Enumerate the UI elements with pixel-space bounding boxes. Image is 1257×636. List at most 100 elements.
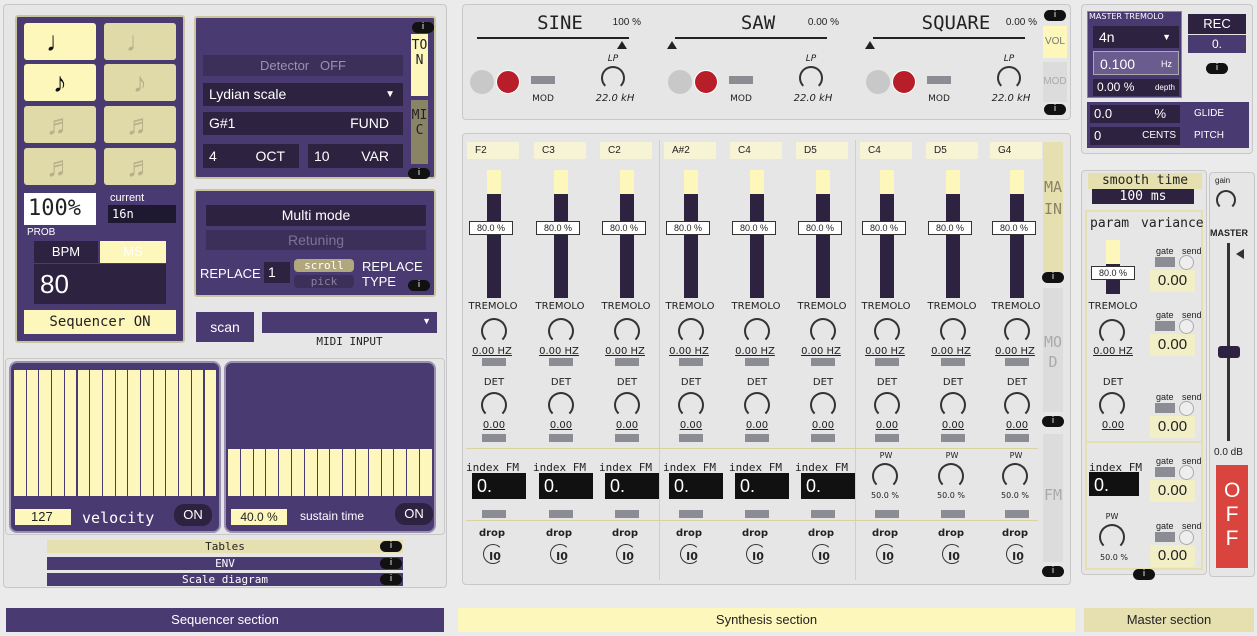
var-field[interactable]: 10 VAR [308, 144, 403, 168]
channel-note-label[interactable]: D5 [796, 142, 848, 159]
info-button-osc[interactable]: i [1044, 10, 1066, 21]
sustain-step-bar[interactable] [407, 449, 419, 496]
channel-index-field[interactable]: 0. [472, 473, 526, 499]
channel-fader-pct[interactable]: 80.0 % [732, 221, 776, 235]
velocity-step-bar[interactable] [64, 370, 77, 496]
bpm-value[interactable]: 80 [34, 264, 166, 304]
osc-toggle-off[interactable] [470, 70, 494, 94]
info-button-detector[interactable]: i [408, 168, 430, 179]
channel-mod-button[interactable] [1005, 358, 1029, 366]
tables-button[interactable]: Tables [47, 540, 403, 553]
velocity-step-bar[interactable] [52, 370, 64, 496]
main-tab[interactable]: MAIN [1043, 142, 1063, 272]
sustain-step-bar[interactable] [304, 449, 317, 496]
channel-fader-pct[interactable]: 80.0 % [928, 221, 972, 235]
variance-value[interactable]: 0.00 [1150, 270, 1195, 292]
channel-tremolo-knob[interactable] [678, 318, 704, 344]
channel-mod-button[interactable] [941, 358, 965, 366]
osc-mod-button[interactable] [927, 76, 951, 84]
channel-mod-button[interactable] [615, 358, 639, 366]
sustain-step-bar[interactable] [292, 449, 304, 496]
channel-fader-pct[interactable]: 80.0 % [798, 221, 842, 235]
channel-fader-pct[interactable]: 80.0 % [536, 221, 580, 235]
master-tremolo-knob[interactable] [1099, 319, 1125, 345]
channel-det-button[interactable] [1005, 434, 1029, 442]
rec-button[interactable]: REC [1188, 14, 1246, 34]
channel-index-field[interactable]: 0. [735, 473, 789, 499]
fm-tab[interactable]: FM [1043, 434, 1063, 562]
osc-lp-knob[interactable] [799, 66, 823, 90]
channel-pw-knob[interactable] [1002, 463, 1028, 489]
channel-fm-button[interactable] [745, 510, 769, 518]
replace-value[interactable]: 1 [264, 262, 290, 283]
channel-fader[interactable] [620, 194, 634, 298]
master-fader-pct[interactable]: 80.0 % [1091, 266, 1135, 280]
master-volume-handle[interactable] [1218, 346, 1240, 358]
channel-note-label[interactable]: D5 [926, 142, 978, 159]
channel-index-field[interactable]: 0. [669, 473, 723, 499]
channel-index-field[interactable]: 0. [605, 473, 659, 499]
midi-input-select[interactable]: ▼ [262, 312, 437, 333]
variance-send-toggle[interactable] [1179, 319, 1194, 334]
channel-fm-button[interactable] [875, 510, 899, 518]
prob-value[interactable]: 100% [24, 193, 96, 225]
channel-tremolo-knob[interactable] [940, 318, 966, 344]
thirtysecond-triplet-button[interactable]: ♬ [104, 148, 176, 185]
pick-button[interactable]: pick [294, 275, 354, 288]
master-det-knob[interactable] [1099, 392, 1125, 418]
channel-fm-button[interactable] [811, 510, 835, 518]
channel-fm-button[interactable] [679, 510, 703, 518]
eighth-triplet-button[interactable]: ♪ [104, 64, 176, 101]
variance-gate-button[interactable] [1155, 403, 1175, 413]
channel-fader[interactable] [1010, 194, 1024, 298]
channel-note-label[interactable]: A#2 [664, 142, 716, 159]
channel-pw-knob[interactable] [872, 463, 898, 489]
mic-tab[interactable]: MIC [411, 100, 428, 164]
info-button-main[interactable]: i [1042, 272, 1064, 283]
osc-volume-slider[interactable] [675, 37, 827, 39]
channel-det-button[interactable] [875, 434, 899, 442]
variance-gate-button[interactable] [1155, 532, 1175, 542]
thirtysecond-note-button[interactable]: ♬ [24, 148, 96, 185]
channel-tremolo-knob[interactable] [874, 318, 900, 344]
sustain-value[interactable]: 40.0 % [231, 509, 287, 525]
channel-fader[interactable] [880, 194, 894, 298]
channel-det-button[interactable] [679, 434, 703, 442]
info-button-scale[interactable]: i [380, 574, 402, 585]
quarter-triplet-button[interactable]: ♩ [104, 23, 176, 60]
sustain-step-bar[interactable] [266, 449, 279, 496]
velocity-step-bar[interactable] [204, 370, 217, 496]
tremolo-rate-select[interactable]: 4n ▼ [1093, 26, 1179, 48]
fund-field[interactable]: G#1 FUND [203, 112, 403, 135]
sustain-step-bar[interactable] [330, 449, 343, 496]
channel-fader-pct[interactable]: 80.0 % [602, 221, 646, 235]
channel-fader-pct[interactable]: 80.0 % [666, 221, 710, 235]
variance-gate-button[interactable] [1155, 467, 1175, 477]
channel-note-label[interactable]: C3 [534, 142, 586, 159]
channel-tremolo-knob[interactable] [744, 318, 770, 344]
sustain-step-bar[interactable] [317, 449, 330, 496]
scan-button[interactable]: scan [196, 312, 254, 342]
sustain-step-bar[interactable] [356, 449, 368, 496]
info-button-master-params[interactable]: i [1133, 569, 1155, 580]
channel-mod-button[interactable] [745, 358, 769, 366]
channel-fader[interactable] [684, 194, 698, 298]
osc-mod-button[interactable] [729, 76, 753, 84]
info-button-fm[interactable]: i [1042, 566, 1064, 577]
pitch-field[interactable]: 0 CENTS [1090, 127, 1180, 145]
velocity-step-bar[interactable] [191, 370, 204, 496]
osc-toggle-off[interactable] [866, 70, 890, 94]
variance-send-toggle[interactable] [1179, 255, 1194, 270]
mod-side-tab[interactable]: MOD [1043, 288, 1063, 412]
sequencer-toggle-button[interactable]: Sequencer ON [24, 310, 176, 334]
ton-tab[interactable]: TON [411, 34, 428, 96]
scale-diagram-button[interactable]: Scale diagram [47, 573, 403, 586]
info-button-multi[interactable]: i [408, 280, 430, 291]
velocity-step-bar[interactable] [115, 370, 128, 496]
info-button-tables[interactable]: i [380, 541, 402, 552]
channel-tremolo-knob[interactable] [810, 318, 836, 344]
velocity-step-bar[interactable] [90, 370, 102, 496]
channel-mod-button[interactable] [875, 358, 899, 366]
osc-lp-knob[interactable] [601, 66, 625, 90]
velocity-step-bar[interactable] [14, 370, 26, 496]
